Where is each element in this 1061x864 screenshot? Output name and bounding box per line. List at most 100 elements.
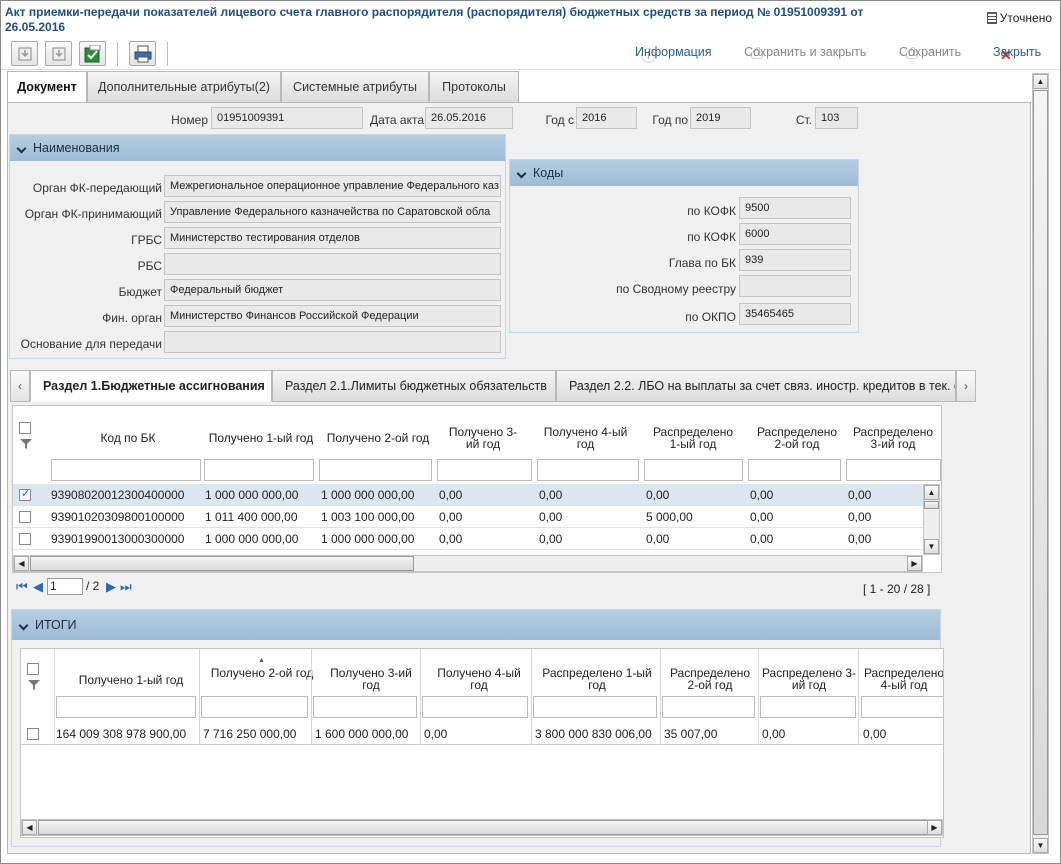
select-all-checkbox[interactable] xyxy=(27,663,39,675)
first-page-icon[interactable]: ⏮ xyxy=(16,579,28,595)
table-row[interactable]: 164 009 308 978 900,00 7 716 250 000,00 … xyxy=(21,723,943,745)
grid-horizontal-scrollbar[interactable]: ◀ ▶ xyxy=(13,555,923,572)
grid-vertical-scrollbar[interactable]: ▲ ▼ xyxy=(923,484,940,555)
fk-sender-field[interactable]: Межрегиональное операционное управление … xyxy=(164,175,501,197)
totals-panel-header[interactable]: ИТОГИ xyxy=(12,610,940,640)
save-link[interactable]: Сохранить xyxy=(899,45,961,59)
scroll-thumb[interactable] xyxy=(1033,90,1048,835)
scroll-thumb[interactable] xyxy=(924,501,939,509)
column-header[interactable]: Распределено 2-ой год xyxy=(753,426,841,450)
fin-organ-field[interactable]: Министерство Финансов Российской Федерац… xyxy=(164,305,501,327)
next-page-icon[interactable]: ▶ xyxy=(106,579,116,595)
filter-input[interactable] xyxy=(201,696,308,718)
column-header[interactable]: Получено 2-ой год xyxy=(207,667,317,679)
tab-section-2-2[interactable]: Раздел 2.2. ЛБО на выплаты за счет связ.… xyxy=(556,370,956,402)
section-tabs-next-button[interactable]: › xyxy=(956,370,976,402)
select-all-checkbox[interactable] xyxy=(19,422,31,434)
names-panel-header[interactable]: Наименования xyxy=(10,135,505,161)
row-checkbox[interactable] xyxy=(27,728,39,740)
totals-horizontal-scrollbar[interactable]: ◀ ▶ xyxy=(21,819,943,836)
filter-input[interactable] xyxy=(56,696,196,718)
rbs-field[interactable] xyxy=(164,253,501,275)
filter-icon[interactable] xyxy=(20,438,34,450)
last-page-icon[interactable]: ⏭ xyxy=(120,579,132,595)
table-row[interactable]: 93901990013000300000 1 000 000 000,00 1 … xyxy=(13,528,923,550)
codes-panel-header[interactable]: Коды xyxy=(510,160,858,186)
table-row[interactable]: 93908020012300400000 1 000 000 000,00 1 … xyxy=(13,484,923,506)
close-link[interactable]: Закрыть xyxy=(993,45,1041,59)
consolidated-registry-field[interactable] xyxy=(739,275,851,297)
column-header[interactable]: Получено 4-ый год xyxy=(543,426,628,450)
scroll-up-button[interactable]: ▲ xyxy=(924,485,939,500)
column-header[interactable]: Получено 3-ий год xyxy=(321,667,421,691)
tab-additional-attributes[interactable]: Дополнительные атрибуты(2) xyxy=(87,71,281,103)
column-header[interactable]: Получено 1-ый год xyxy=(203,432,319,444)
scroll-thumb[interactable] xyxy=(30,556,414,571)
row-checkbox[interactable] xyxy=(19,533,31,545)
column-header[interactable]: Распределено 2-ой год xyxy=(663,667,757,691)
fk-receiver-field[interactable]: Управление Федерального казначейства по … xyxy=(164,201,501,223)
kofk-field[interactable]: 9500 xyxy=(739,197,851,219)
filter-input[interactable] xyxy=(204,459,314,481)
scroll-thumb[interactable] xyxy=(38,820,928,835)
filter-input[interactable] xyxy=(644,459,743,481)
column-header[interactable]: Распределено 1-ый год xyxy=(648,426,738,450)
tab-document[interactable]: Документ xyxy=(7,71,87,103)
column-header[interactable]: Код по БК xyxy=(53,432,203,444)
scroll-left-button[interactable]: ◀ xyxy=(14,556,29,571)
filter-input[interactable] xyxy=(760,696,856,718)
okpo-field[interactable]: 35465465 xyxy=(739,303,851,325)
filter-input[interactable] xyxy=(313,696,417,718)
bk-chapter-field[interactable]: 939 xyxy=(739,249,851,271)
tab-section-1[interactable]: Раздел 1.Бюджетные ассигнования xyxy=(30,370,272,402)
import-button[interactable] xyxy=(11,41,38,66)
filter-input[interactable] xyxy=(846,459,941,481)
tab-system-attributes[interactable]: Системные атрибуты xyxy=(281,71,429,103)
budget-field[interactable]: Федеральный бюджет xyxy=(164,279,501,301)
kofk-field-2[interactable]: 6000 xyxy=(739,223,851,245)
scroll-down-button[interactable]: ▼ xyxy=(1033,838,1048,853)
column-header[interactable]: Получено 2-ой год xyxy=(319,432,437,444)
approve-button[interactable] xyxy=(79,41,106,66)
filter-input[interactable] xyxy=(537,459,639,481)
page-number-input[interactable]: 1 xyxy=(47,578,83,595)
column-header[interactable]: Получено 4-ый год xyxy=(429,667,529,691)
filter-input[interactable] xyxy=(748,459,841,481)
export-button[interactable] xyxy=(45,41,72,66)
year-to-field[interactable]: 2019 xyxy=(690,107,751,129)
article-field[interactable]: 103 xyxy=(815,107,858,129)
filter-input[interactable] xyxy=(51,459,201,481)
scroll-up-button[interactable]: ▲ xyxy=(1033,74,1048,89)
tab-section-2-1[interactable]: Раздел 2.1.Лимиты бюджетных обязательств xyxy=(272,370,556,402)
print-button[interactable] xyxy=(129,41,156,66)
filter-input[interactable] xyxy=(533,696,657,718)
scroll-right-button[interactable]: ▶ xyxy=(927,820,942,835)
filter-input[interactable] xyxy=(662,696,755,718)
grbs-field[interactable]: Министерство тестирования отделов xyxy=(164,227,501,249)
transfer-basis-field[interactable] xyxy=(164,331,501,353)
year-from-field[interactable]: 2016 xyxy=(576,107,637,129)
column-header[interactable]: Распределено 3-ий год xyxy=(761,667,857,691)
filter-input[interactable] xyxy=(422,696,528,718)
row-checkbox[interactable] xyxy=(19,511,31,523)
filter-icon[interactable] xyxy=(28,679,42,691)
tab-protocols[interactable]: Протоколы xyxy=(429,71,519,103)
window-vertical-scrollbar[interactable]: ▲ ▼ xyxy=(1032,73,1049,854)
column-header[interactable]: Распределено 3-ий год xyxy=(848,426,938,450)
number-field[interactable]: 01951009391 xyxy=(211,107,363,129)
column-header[interactable]: Получено 3-ий год xyxy=(443,426,523,450)
filter-input[interactable] xyxy=(437,459,532,481)
date-field[interactable]: 26.05.2016 xyxy=(425,107,513,129)
column-header[interactable]: Распределено 1-ый год xyxy=(539,667,655,691)
scroll-right-button[interactable]: ▶ xyxy=(907,556,922,571)
scroll-down-button[interactable]: ▼ xyxy=(924,539,939,554)
prev-page-icon[interactable]: ◀ xyxy=(33,579,43,595)
filter-input[interactable] xyxy=(861,696,943,718)
row-checkbox[interactable] xyxy=(19,487,31,501)
filter-input[interactable] xyxy=(319,459,432,481)
scroll-left-button[interactable]: ◀ xyxy=(22,820,37,835)
section-tabs-prev-button[interactable]: ‹ xyxy=(10,370,30,402)
column-header[interactable]: Распределено 4-ый год xyxy=(859,667,943,691)
info-link[interactable]: Информация xyxy=(635,45,712,59)
table-row[interactable]: 93901020309800100000 1 011 400 000,00 1 … xyxy=(13,506,923,528)
